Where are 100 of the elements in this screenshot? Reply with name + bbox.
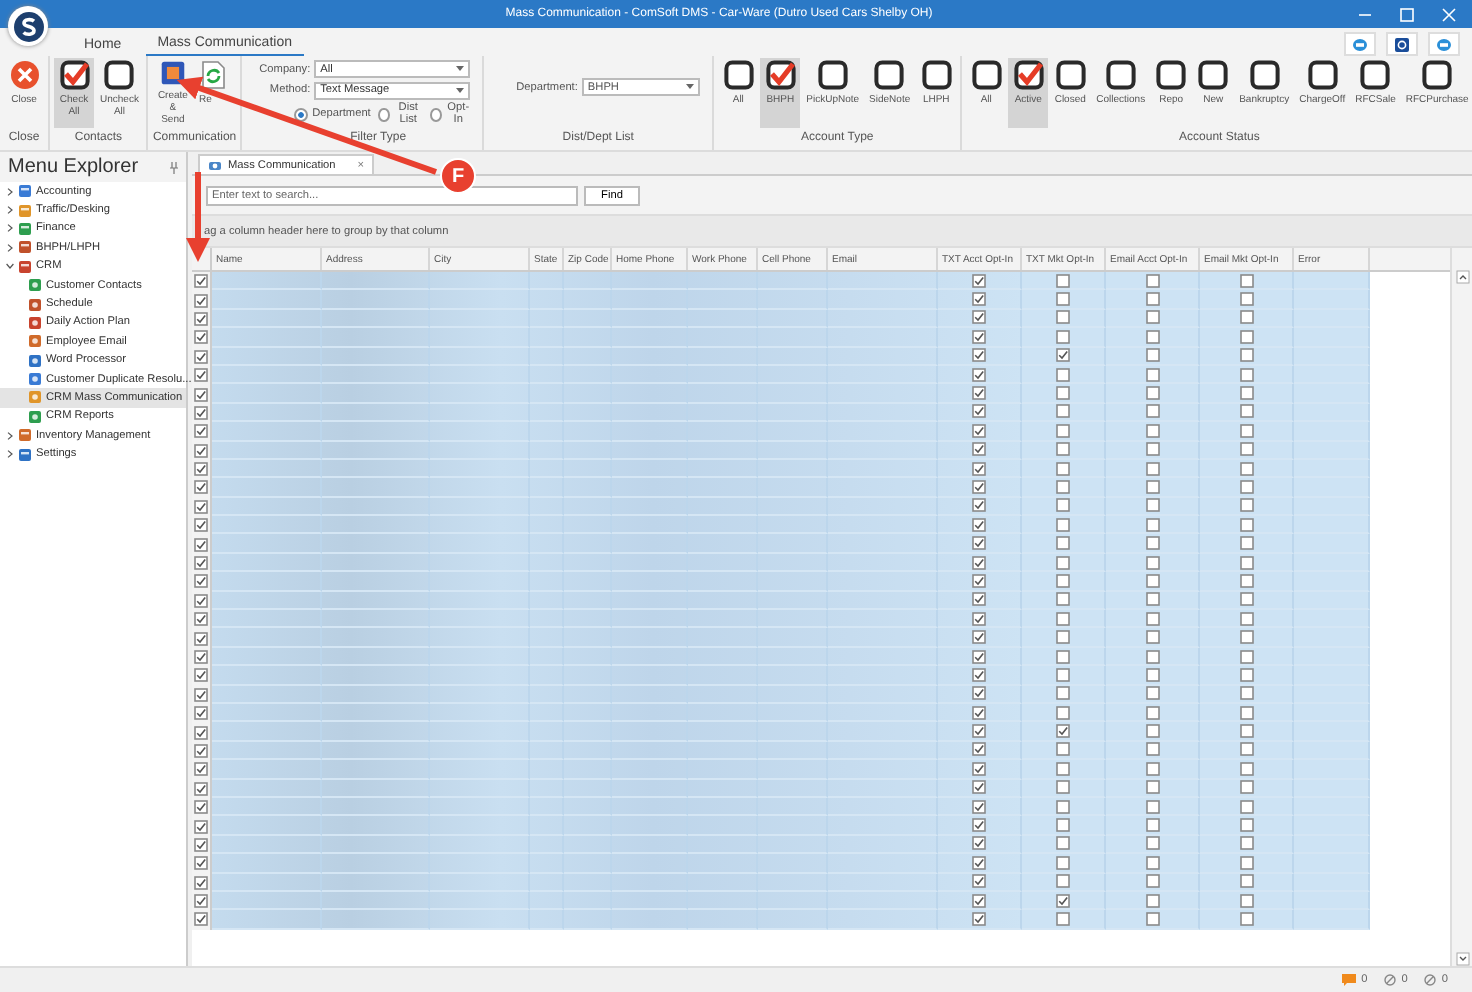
checkbox[interactable] (194, 387, 208, 402)
checkbox[interactable] (1056, 310, 1070, 325)
checkbox[interactable] (194, 499, 208, 514)
checkbox[interactable] (194, 330, 208, 345)
checkbox[interactable] (194, 593, 208, 608)
radio-button[interactable] (294, 107, 309, 121)
checkbox[interactable] (1239, 855, 1253, 870)
checkbox[interactable] (972, 536, 986, 551)
checkbox[interactable] (972, 611, 986, 626)
checkbox[interactable] (1239, 498, 1253, 513)
checkbox[interactable] (1239, 780, 1253, 795)
checkbox[interactable] (972, 836, 986, 851)
checkbox[interactable] (1239, 461, 1253, 476)
checkbox[interactable] (972, 404, 986, 419)
checkbox[interactable] (972, 348, 986, 363)
checkbox[interactable] (972, 780, 986, 795)
checkbox[interactable] (1239, 818, 1253, 833)
checkbox[interactable] (194, 556, 208, 571)
checkbox[interactable] (1056, 555, 1070, 570)
expand-icon[interactable] (6, 243, 14, 252)
checkbox[interactable] (1145, 667, 1159, 682)
checkbox[interactable] (1145, 874, 1159, 889)
checkbox[interactable] (1145, 724, 1159, 739)
checkbox[interactable] (972, 367, 986, 382)
checkbox[interactable] (194, 368, 208, 383)
expand-icon[interactable] (6, 206, 14, 215)
checkbox[interactable] (194, 405, 208, 420)
checkbox[interactable] (1145, 855, 1159, 870)
close-icon[interactable] (1442, 7, 1456, 21)
checkbox[interactable] (194, 781, 208, 796)
checkbox[interactable] (1056, 536, 1070, 551)
checkbox[interactable] (1145, 442, 1159, 457)
checkbox[interactable] (1145, 761, 1159, 776)
checkbox[interactable] (1145, 611, 1159, 626)
checkbox[interactable] (194, 537, 208, 552)
checkbox[interactable] (1145, 573, 1159, 588)
app-icon[interactable] (1386, 32, 1418, 56)
checkbox[interactable] (1056, 423, 1070, 438)
expand-icon[interactable] (6, 187, 14, 196)
checkbox[interactable] (1145, 649, 1159, 663)
checkbox[interactable] (1056, 404, 1070, 419)
checkbox[interactable] (1145, 367, 1159, 382)
checkbox[interactable] (194, 293, 208, 308)
checkbox[interactable] (1056, 818, 1070, 833)
checkbox[interactable] (1056, 855, 1070, 870)
checkbox[interactable] (972, 724, 986, 739)
checkbox[interactable] (972, 479, 986, 494)
checkbox[interactable] (972, 329, 986, 344)
message-icon[interactable] (1341, 974, 1356, 986)
checkbox[interactable] (1056, 836, 1070, 851)
checkbox[interactable] (1239, 367, 1253, 382)
checkbox[interactable] (1145, 386, 1159, 401)
checkbox[interactable] (972, 761, 986, 776)
checkbox[interactable] (1145, 686, 1159, 701)
checkbox[interactable] (1145, 555, 1159, 570)
checkbox[interactable] (1056, 761, 1070, 776)
checkbox[interactable] (1239, 649, 1253, 663)
checkbox[interactable] (1145, 310, 1159, 325)
checkbox[interactable] (1056, 517, 1070, 532)
checkbox[interactable] (1056, 348, 1070, 363)
checkbox[interactable] (972, 555, 986, 570)
scroll-down-icon[interactable] (1455, 952, 1469, 966)
checkbox[interactable] (1145, 479, 1159, 494)
checkbox[interactable] (1239, 517, 1253, 532)
checkbox[interactable] (1145, 329, 1159, 344)
checkbox[interactable] (194, 875, 208, 890)
checkbox[interactable] (194, 274, 208, 289)
checkbox[interactable] (1145, 780, 1159, 795)
checkbox[interactable] (1239, 630, 1253, 645)
checkbox[interactable] (1239, 386, 1253, 401)
checkbox[interactable] (1145, 536, 1159, 551)
checkbox[interactable] (194, 462, 208, 477)
checkbox[interactable] (1145, 517, 1159, 532)
checkbox[interactable] (194, 687, 208, 702)
checkbox[interactable] (972, 310, 986, 325)
checkbox[interactable] (194, 837, 208, 852)
checkbox[interactable] (1239, 423, 1253, 438)
checkbox[interactable] (1056, 292, 1070, 307)
checkbox[interactable] (972, 799, 986, 814)
checkbox[interactable] (1056, 592, 1070, 607)
checkbox[interactable] (1056, 498, 1070, 513)
checkbox[interactable] (972, 517, 986, 532)
checkbox[interactable] (194, 856, 208, 871)
checkbox[interactable] (1239, 348, 1253, 363)
checkbox[interactable] (1239, 724, 1253, 739)
checkbox[interactable] (194, 668, 208, 683)
checkbox[interactable] (1239, 310, 1253, 325)
checkbox[interactable] (1145, 273, 1159, 288)
maximize-icon[interactable] (1400, 7, 1414, 21)
checkbox[interactable] (194, 311, 208, 326)
checkbox[interactable] (194, 631, 208, 646)
checkbox[interactable] (1056, 705, 1070, 720)
checkbox[interactable] (1145, 498, 1159, 513)
checkbox[interactable] (1239, 329, 1253, 344)
checkbox[interactable] (194, 725, 208, 740)
checkbox[interactable] (1239, 874, 1253, 889)
checkbox[interactable] (194, 819, 208, 834)
checkbox[interactable] (194, 762, 208, 777)
checkbox[interactable] (972, 649, 986, 663)
pin-icon[interactable] (170, 161, 178, 173)
